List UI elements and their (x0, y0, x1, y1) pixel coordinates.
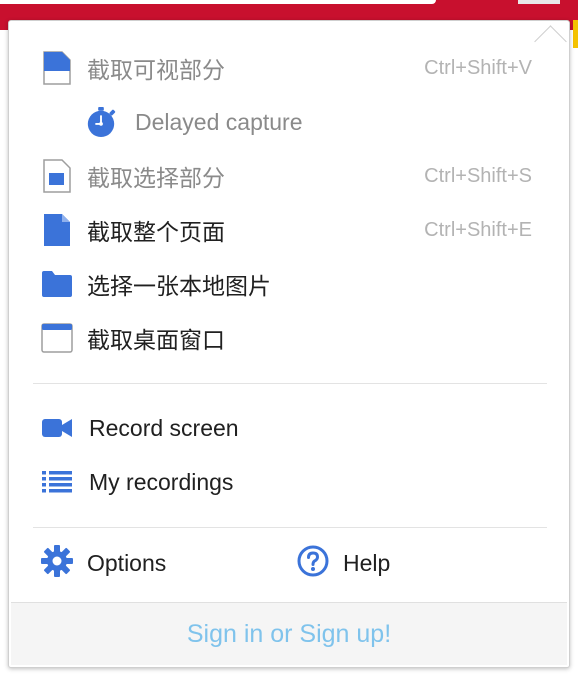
menu-divider (33, 383, 547, 384)
menu-item-label: Delayed capture (135, 108, 303, 135)
timer-icon (85, 105, 117, 139)
signin-link[interactable]: Sign in or Sign up! (11, 602, 567, 665)
shortcut-label: Ctrl+Shift+V (424, 56, 532, 79)
menu-item-label: My recordings (89, 468, 234, 495)
menu-item-label: 截取整个页面 (87, 219, 225, 245)
help-icon (297, 545, 329, 582)
signin-label: Sign in or Sign up! (186, 619, 392, 648)
full-page-icon (41, 213, 73, 247)
menu-item-label: 截取选择部分 (87, 165, 225, 191)
shortcut-label: Ctrl+Shift+S (424, 164, 532, 187)
menu-item-label: 选择一张本地图片 (87, 273, 271, 299)
menu-item-capture-visible[interactable]: 截取可视部分 Ctrl+Shift+V (9, 45, 569, 91)
video-camera-icon (41, 411, 73, 445)
folder-icon (41, 267, 73, 301)
menu-item-delayed-capture[interactable]: Delayed capture (9, 99, 569, 145)
toolbar-edge (573, 20, 578, 48)
help-label: Help (343, 549, 391, 576)
window-icon (41, 321, 73, 355)
help-button[interactable]: Help (297, 541, 390, 585)
menu-item-label: 截取桌面窗口 (87, 327, 225, 353)
address-bar[interactable] (0, 0, 436, 4)
selection-icon (41, 159, 73, 193)
list-icon (41, 465, 73, 499)
menu-item-my-recordings[interactable]: My recordings (9, 459, 569, 505)
gear-icon (41, 544, 73, 582)
menu-item-capture-entire-page[interactable]: 截取整个页面 Ctrl+Shift+E (9, 207, 569, 253)
options-button[interactable]: Options (41, 541, 166, 585)
menu-item-open-local-image[interactable]: 选择一张本地图片 (9, 261, 569, 307)
menu-divider (33, 527, 547, 528)
visible-part-icon (41, 51, 73, 85)
capture-menu-popup: 截取可视部分 Ctrl+Shift+V Delayed capture 截取选择… (8, 20, 570, 668)
shortcut-label: Ctrl+Shift+E (424, 218, 532, 241)
menu-item-record-screen[interactable]: Record screen (9, 405, 569, 451)
menu-item-capture-desktop-window[interactable]: 截取桌面窗口 (9, 315, 569, 361)
options-label: Options (87, 549, 167, 576)
menu-item-label: Record screen (89, 414, 239, 441)
extension-button[interactable] (518, 0, 560, 4)
menu-item-capture-selection[interactable]: 截取选择部分 Ctrl+Shift+S (9, 153, 569, 199)
menu-item-label: 截取可视部分 (87, 57, 225, 83)
